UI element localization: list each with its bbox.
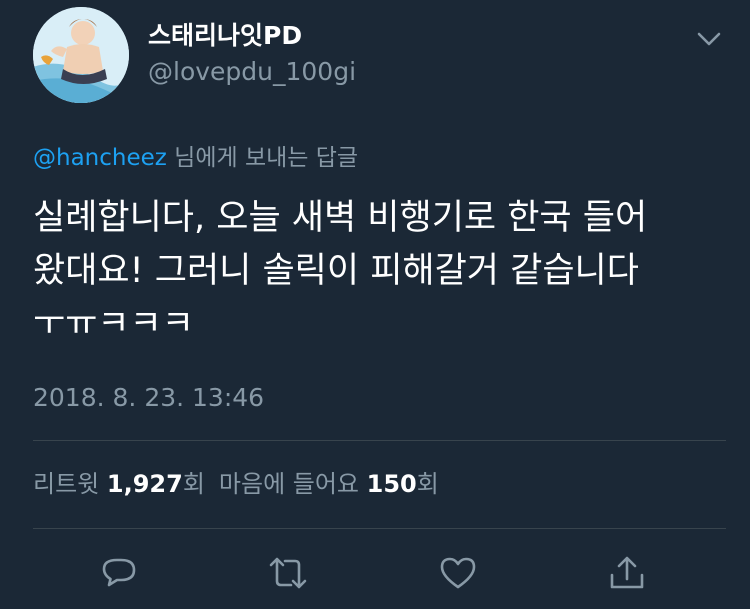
retweet-count: 1,927 <box>106 470 183 498</box>
tweet-text-line: 실례합니다, 오늘 새벽 비행기로 한국 들어 <box>33 198 648 238</box>
retweet-stat[interactable]: 리트윗 1,927회 <box>33 470 205 498</box>
share-button[interactable] <box>607 553 647 593</box>
tweet-timestamp[interactable]: 2018. 8. 23. 13:46 <box>33 382 264 414</box>
like-button[interactable] <box>438 553 478 593</box>
retweet-unit: 회 <box>182 470 205 498</box>
tweet-text-line: ㅜㅠㅋㅋㅋ <box>33 304 195 344</box>
like-stat[interactable]: 마음에 들어요 150회 <box>219 470 439 498</box>
reply-icon <box>102 558 136 587</box>
retweet-icon <box>269 557 307 589</box>
user-handle[interactable]: @lovepdu_100gi <box>148 57 356 87</box>
tweet-stats: 리트윗 1,927회 마음에 들어요 150회 <box>33 468 439 500</box>
divider <box>33 528 726 529</box>
retweet-button[interactable] <box>268 553 308 593</box>
tweet-text-line: 왔대요! 그러니 솔릭이 피해갈거 같습니다 <box>33 251 639 291</box>
avatar[interactable] <box>33 7 129 103</box>
like-unit: 회 <box>416 470 439 498</box>
chevron-down-icon[interactable] <box>694 27 724 51</box>
reply-mention-link[interactable]: @hancheez <box>33 145 167 171</box>
reply-context: @hancheez 님에게 보내는 답글 <box>33 142 358 174</box>
reply-button[interactable] <box>99 553 139 593</box>
tweet-detail: 스태리나잇PD @lovepdu_100gi @hancheez 님에게 보내는… <box>0 0 750 609</box>
reply-context-suffix: 님에게 보내는 답글 <box>166 145 359 171</box>
retweet-label: 리트윗 <box>33 470 100 498</box>
tweet-text: 실례합니다, 오늘 새벽 비행기로 한국 들어 왔대요! 그러니 솔릭이 피해갈… <box>33 192 723 351</box>
like-count: 150 <box>366 470 417 498</box>
like-label: 마음에 들어요 <box>218 470 360 498</box>
avatar-image <box>33 7 129 103</box>
display-name[interactable]: 스태리나잇PD <box>148 21 302 51</box>
divider <box>33 440 726 441</box>
share-icon <box>610 556 644 589</box>
like-icon <box>440 557 476 589</box>
